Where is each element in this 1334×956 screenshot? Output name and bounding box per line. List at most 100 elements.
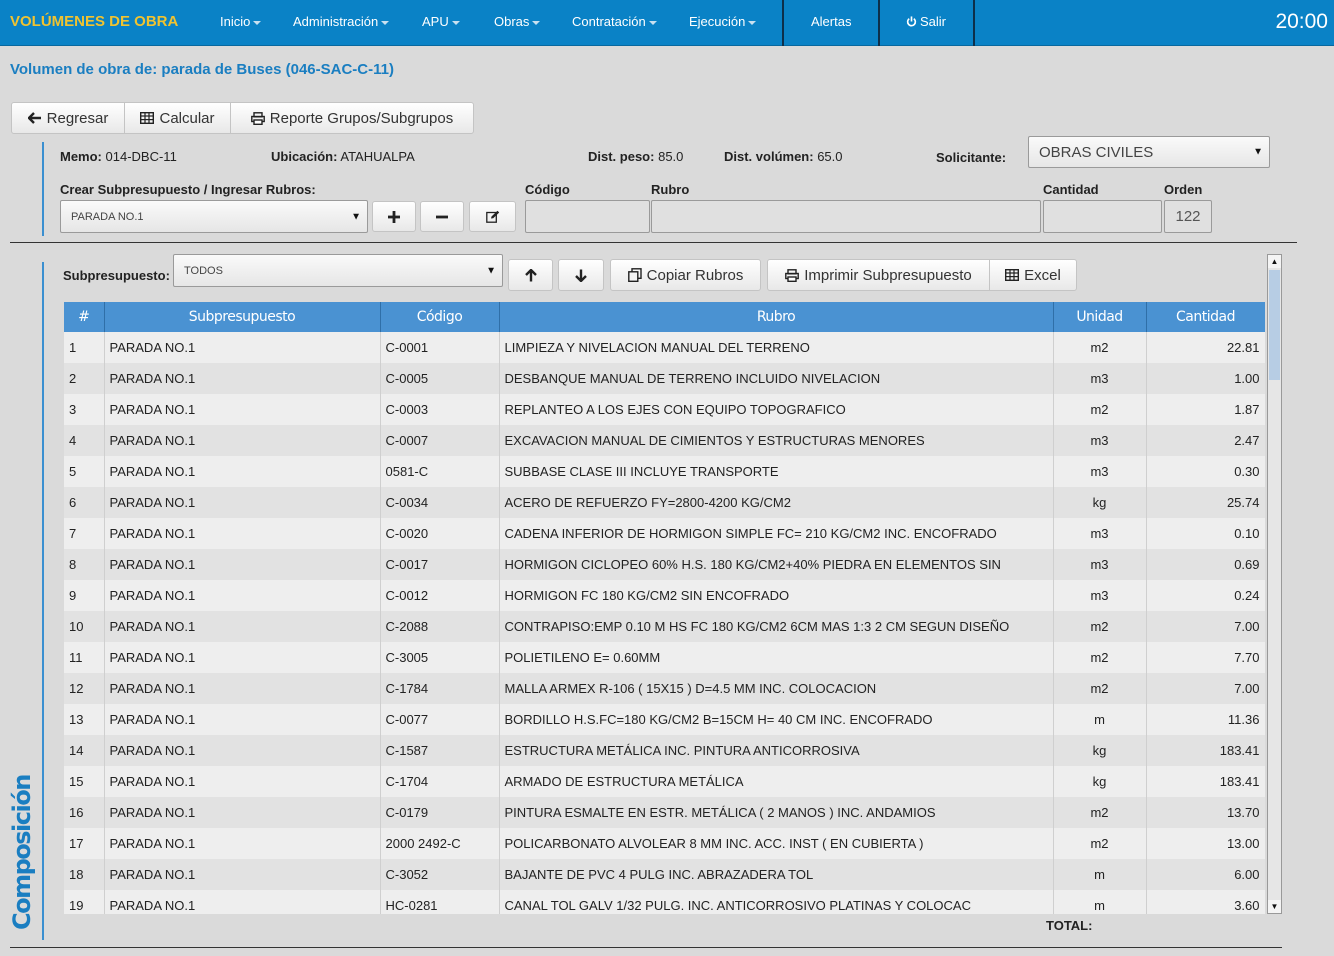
table-row[interactable]: 6 PARADA NO.1 C-0034 ACERO DE REFUERZO FY=2… (64, 487, 1265, 518)
memo-value: 014-DBC-11 (105, 149, 177, 164)
page-title: Volumen de obra de: parada de Buses (046… (10, 61, 394, 78)
solicitante-label-text: Solicitante: (936, 150, 1007, 165)
nav-divider (973, 0, 975, 46)
cantidad-label: Cantidad (1043, 182, 1099, 197)
rubro-cell: BORDILLO H.S.FC=180 KG/CM2 B=15CM H= 40 … (499, 704, 1054, 735)
rubros-table-container[interactable]: # Subpresupuesto Código Rubro Unidad Can… (64, 302, 1265, 914)
cantidad-cell: 0.10 (1146, 518, 1265, 549)
nav-menu-contratacion[interactable]: Contratación (572, 14, 657, 29)
nav-menu-label: Inicio (220, 14, 251, 29)
column-header-subpresupuesto[interactable]: Subpresupuesto (104, 302, 381, 332)
table-row[interactable]: 14 PARADA NO.1 C-1587 ESTRUCTURA METÁLICA I… (64, 735, 1265, 766)
rubro-cell: SUBBASE CLASE III INCLUYE TRANSPORTE (499, 456, 1054, 487)
print-subpresupuesto-label: Imprimir Subpresupuesto (804, 266, 972, 284)
table-row[interactable]: 1 PARADA NO.1 C-0001 LIMPIEZA Y NIVELACION … (64, 332, 1265, 363)
back-button[interactable]: Regresar (11, 102, 125, 134)
dist-volumen-label: Dist. volúmen: (724, 149, 814, 164)
table-row[interactable]: 9 PARADA NO.1 C-0012 HORMIGON FC 180 KG/CM2… (64, 580, 1265, 611)
unidad-cell: m2 (1053, 828, 1147, 859)
add-subpresupuesto-button[interactable] (372, 201, 416, 232)
table-row[interactable]: 8 PARADA NO.1 C-0017 HORMIGON CICLOPEO 60% … (64, 549, 1265, 580)
table-row[interactable]: 10 PARADA NO.1 C-2088 CONTRAPISO:EMP 0.10 M… (64, 611, 1265, 642)
row-number-cell: 11 (64, 642, 105, 673)
solicitante-select[interactable]: OBRAS CIVILES ▼ (1028, 136, 1270, 168)
rubro-cell: EXCAVACION MANUAL DE CIMIENTOS Y ESTRUCT… (499, 425, 1054, 456)
column-header-cantidad[interactable]: Cantidad (1146, 302, 1265, 332)
nav-menu-apu[interactable]: APU (422, 14, 460, 29)
calculate-button[interactable]: Calcular (124, 102, 231, 134)
arrow-down-icon (575, 269, 587, 282)
table-row[interactable]: 17 PARADA NO.1 2000 2492-C POLICARBONATO AL… (64, 828, 1265, 859)
table-row[interactable]: 4 PARADA NO.1 C-0007 EXCAVACION MANUAL DE C… (64, 425, 1265, 456)
rubro-cell: BAJANTE DE PVC 4 PULG INC. ABRAZADERA TO… (499, 859, 1054, 890)
table-row[interactable]: 13 PARADA NO.1 C-0077 BORDILLO H.S.FC=180 K… (64, 704, 1265, 735)
section-divider-bar (42, 142, 44, 236)
rubro-input[interactable] (651, 200, 1041, 233)
row-number-cell: 13 (64, 704, 105, 735)
cantidad-input[interactable] (1043, 200, 1162, 233)
row-number-cell: 1 (64, 332, 105, 363)
table-row[interactable]: 7 PARADA NO.1 C-0020 CADENA INFERIOR DE HOR… (64, 518, 1265, 549)
unidad-cell: m3 (1053, 580, 1147, 611)
scrollbar-thumb[interactable] (1269, 270, 1280, 380)
nav-menu-obras[interactable]: Obras (494, 14, 541, 29)
column-header-unidad[interactable]: Unidad (1053, 302, 1147, 332)
unidad-cell: kg (1053, 487, 1147, 518)
move-down-button[interactable] (558, 259, 604, 291)
nav-logout[interactable]: Salir (906, 14, 946, 29)
rubro-cell: MALLA ARMEX R-106 ( 15X15 ) D=4.5 MM INC… (499, 673, 1054, 704)
table-row[interactable]: 19 PARADA NO.1 HC-0281 CANAL TOL GALV 1/32 … (64, 890, 1265, 914)
caret-down-icon (648, 20, 657, 25)
table-row[interactable]: 12 PARADA NO.1 C-1784 MALLA ARMEX R-106 ( 1… (64, 673, 1265, 704)
cantidad-cell: 6.00 (1146, 859, 1265, 890)
move-up-button[interactable] (508, 259, 553, 291)
codigo-cell: C-3052 (380, 859, 500, 890)
rubro-cell: CADENA INFERIOR DE HORMIGON SIMPLE FC= 2… (499, 518, 1054, 549)
unidad-cell: m2 (1053, 332, 1147, 363)
orden-input[interactable]: 122 (1164, 200, 1212, 233)
table-row[interactable]: 3 PARADA NO.1 C-0003 REPLANTEO A LOS EJES C… (64, 394, 1265, 425)
table-scrollbar[interactable]: ▲ ▼ (1267, 254, 1282, 914)
copy-rubros-label: Copiar Rubros (646, 266, 744, 284)
nav-alerts[interactable]: Alertas (811, 14, 851, 29)
nav-menu-inicio[interactable]: Inicio (220, 14, 262, 29)
caret-down-icon (253, 20, 262, 25)
print-subpresupuesto-button[interactable]: Imprimir Subpresupuesto (767, 259, 990, 291)
table-row[interactable]: 16 PARADA NO.1 C-0179 PINTURA ESMALTE EN ES… (64, 797, 1265, 828)
table-icon (1005, 269, 1020, 281)
app-brand[interactable]: VOLÚMENES DE OBRA (10, 13, 178, 30)
unidad-cell: m (1053, 704, 1147, 735)
row-number-cell: 8 (64, 549, 105, 580)
codigo-input[interactable] (525, 200, 650, 233)
table-row[interactable]: 11 PARADA NO.1 C-3005 POLIETILENO E= 0.60MM… (64, 642, 1265, 673)
table-header-row: # Subpresupuesto Código Rubro Unidad Can… (64, 302, 1265, 332)
cantidad-cell: 7.00 (1146, 611, 1265, 642)
subpresupuesto-filter-select[interactable]: TODOS ▼ (173, 254, 503, 287)
scroll-up-arrow-icon[interactable]: ▲ (1268, 255, 1281, 268)
subpresupuesto-cell: PARADA NO.1 (104, 704, 381, 735)
table-row[interactable]: 2 PARADA NO.1 C-0005 DESBANQUE MANUAL DE TE… (64, 363, 1265, 394)
nav-menu-administracion[interactable]: Administración (293, 14, 390, 29)
rubro-cell: LIMPIEZA Y NIVELACION MANUAL DEL TERRENO (499, 332, 1054, 363)
subpresupuesto-cell: PARADA NO.1 (104, 549, 381, 580)
scroll-down-arrow-icon[interactable]: ▼ (1268, 900, 1281, 913)
excel-button[interactable]: Excel (989, 259, 1077, 291)
row-number-cell: 2 (64, 363, 105, 394)
table-row[interactable]: 5 PARADA NO.1 0581-C SUBBASE CLASE III INCL… (64, 456, 1265, 487)
column-header-codigo[interactable]: Código (380, 302, 500, 332)
nav-menu-ejecucion[interactable]: Ejecución (689, 14, 757, 29)
column-header-number[interactable]: # (64, 302, 105, 332)
cantidad-cell: 0.24 (1146, 580, 1265, 611)
column-header-rubro[interactable]: Rubro (499, 302, 1054, 332)
copy-rubros-button[interactable]: Copiar Rubros (610, 259, 761, 291)
row-number-cell: 19 (64, 890, 105, 914)
report-groups-button[interactable]: Reporte Grupos/Subgrupos (230, 102, 474, 134)
subpresupuesto-create-select[interactable]: PARADA NO.1 ▼ (60, 200, 368, 233)
nav-menu-label: Obras (494, 14, 530, 29)
table-row[interactable]: 15 PARADA NO.1 C-1704 ARMADO DE ESTRUCTURA … (64, 766, 1265, 797)
table-row[interactable]: 18 PARADA NO.1 C-3052 BAJANTE DE PVC 4 PULG… (64, 859, 1265, 890)
arrow-up-icon (524, 268, 537, 281)
remove-subpresupuesto-button[interactable] (420, 201, 464, 232)
edit-subpresupuesto-button[interactable] (469, 201, 516, 232)
nav-menu-label: APU (422, 14, 449, 29)
